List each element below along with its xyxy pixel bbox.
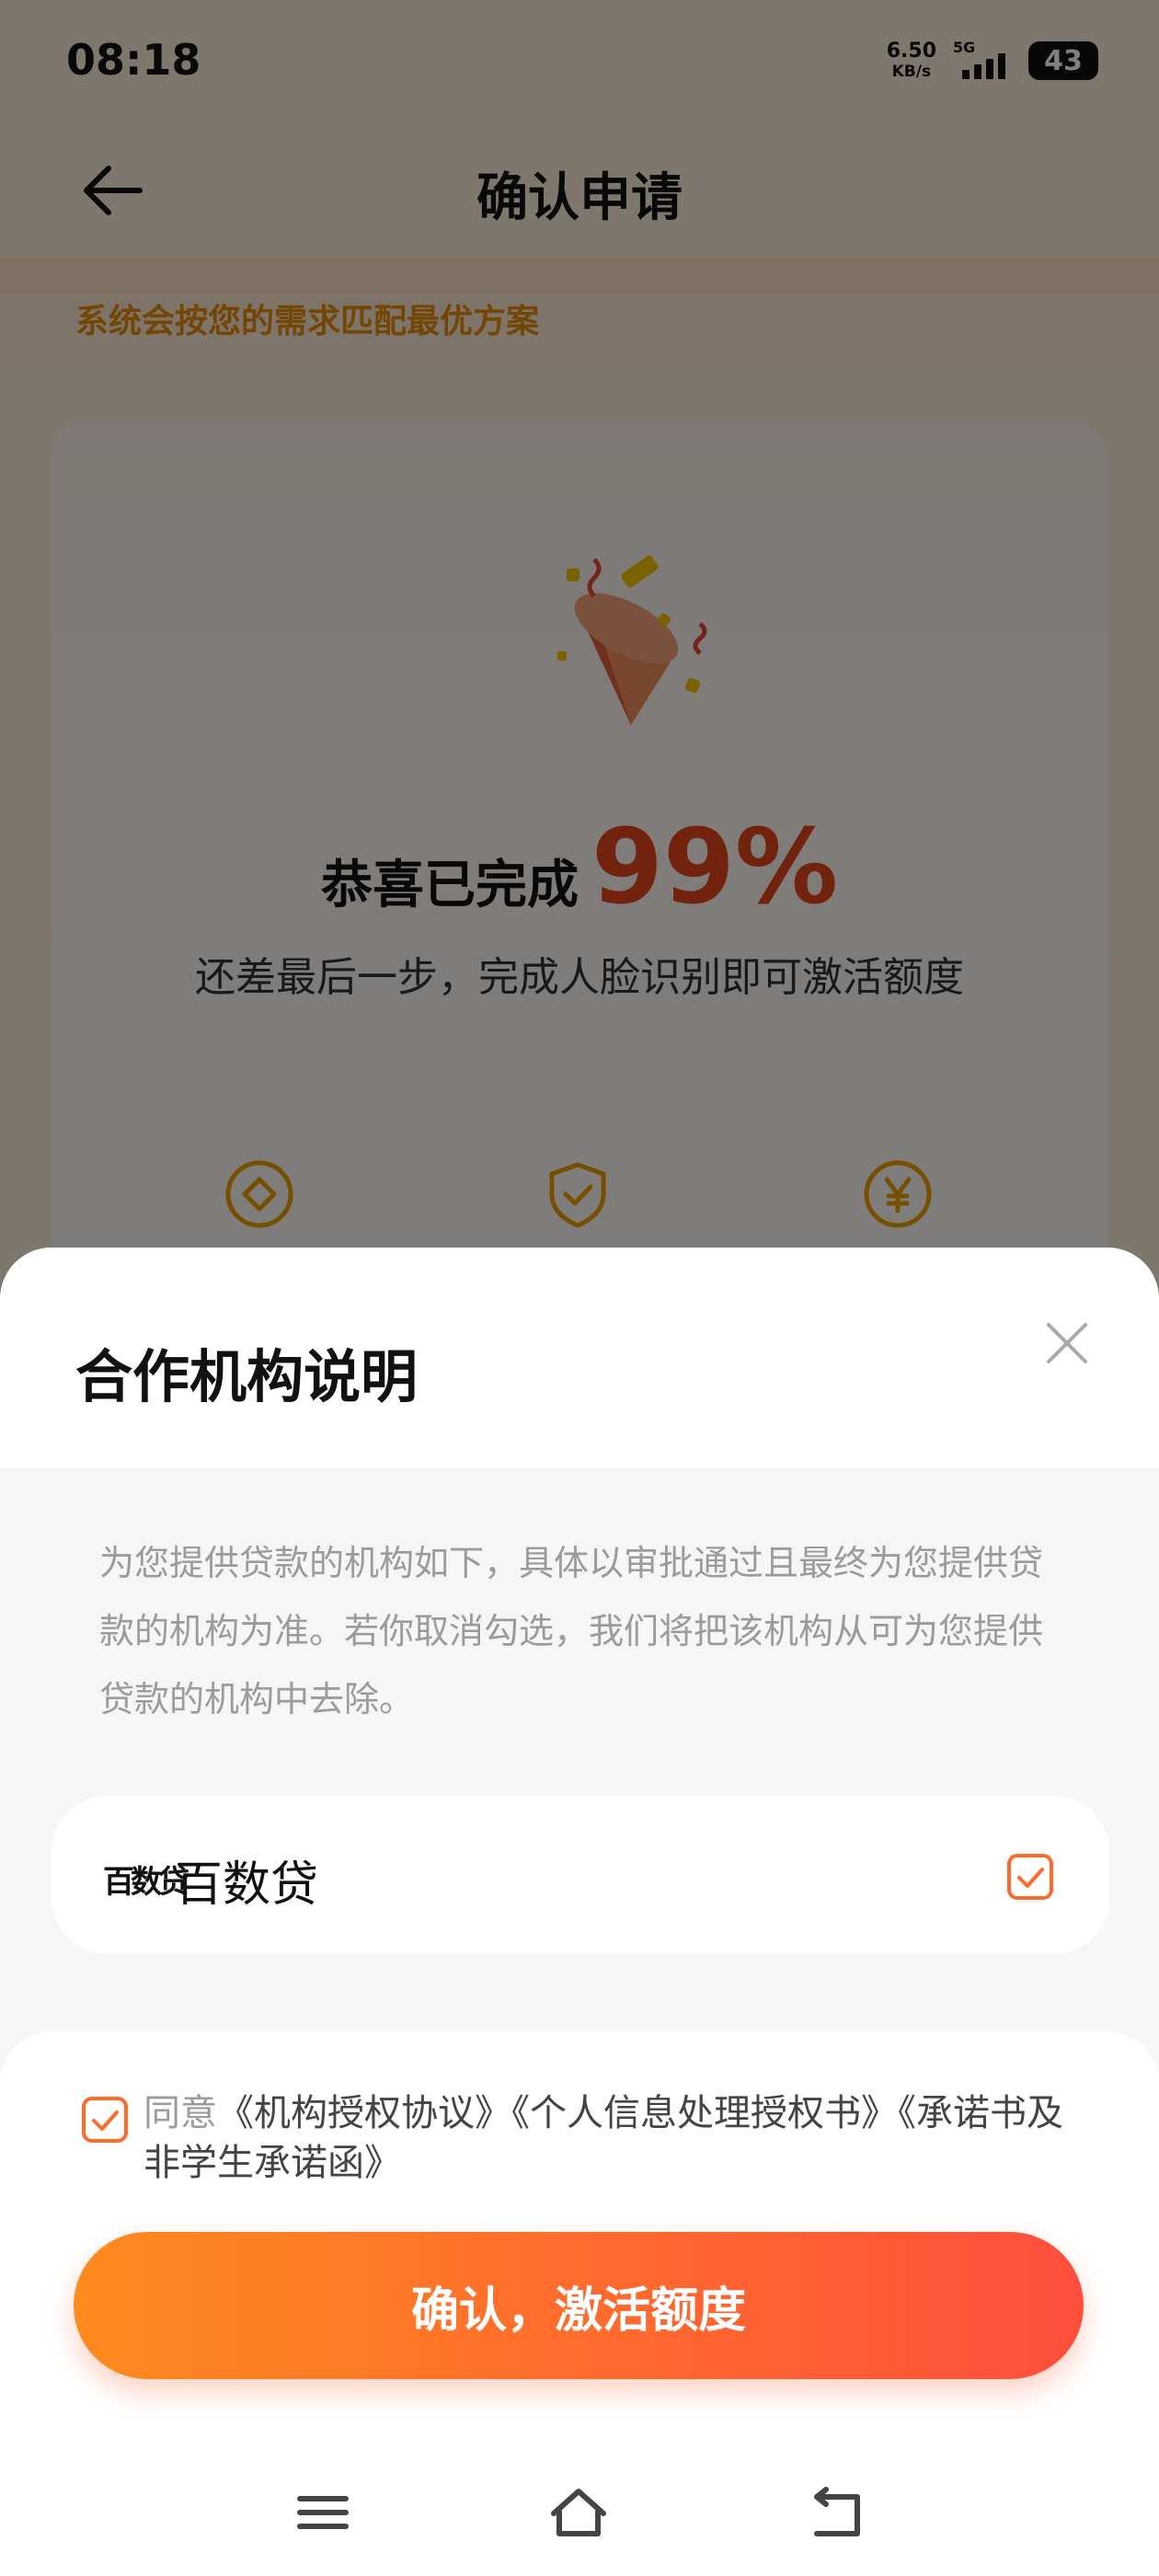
back-icon[interactable] bbox=[804, 2480, 868, 2545]
home-icon[interactable] bbox=[546, 2480, 611, 2545]
system-nav-bar bbox=[0, 2445, 1159, 2574]
agreement-prefix: 同意 bbox=[143, 2092, 217, 2134]
institution-item[interactable]: 百数贷 百数贷 bbox=[52, 1796, 1109, 1954]
sheet-header: 合作机构说明 bbox=[0, 1248, 1159, 1468]
confirm-activate-button[interactable]: 确认，激活额度 bbox=[74, 2232, 1084, 2379]
agreement-text: 同意《机构授权协议》《个人信息处理授权书》《承诺书及非学生承诺函》 bbox=[143, 2088, 1091, 2188]
sheet-footer: 同意《机构授权协议》《个人信息处理授权书》《承诺书及非学生承诺函》 确认，激活额… bbox=[0, 2031, 1159, 2576]
partner-institutions-sheet: 合作机构说明 为您提供贷款的机构如下，具体以审批通过且最终为您提供贷款的机构为准… bbox=[0, 1248, 1159, 2576]
agreement-checkbox-icon[interactable] bbox=[81, 2096, 129, 2144]
institution-logo: 百数贷 bbox=[103, 1864, 189, 1901]
sheet-description: 为您提供贷款的机构如下，具体以审批通过且最终为您提供贷款的机构为准。若你取消勾选… bbox=[99, 1543, 1044, 1719]
sheet-title: 合作机构说明 bbox=[75, 1343, 419, 1410]
institution-name: 百数贷 bbox=[175, 1857, 319, 1913]
close-icon[interactable] bbox=[1039, 1316, 1095, 1371]
menu-icon[interactable] bbox=[291, 2480, 355, 2545]
agreement-links[interactable]: 《机构授权协议》《个人信息处理授权书》《承诺书及非学生承诺函》 bbox=[143, 2092, 1063, 2184]
checkbox-checked-icon[interactable] bbox=[1006, 1853, 1054, 1901]
